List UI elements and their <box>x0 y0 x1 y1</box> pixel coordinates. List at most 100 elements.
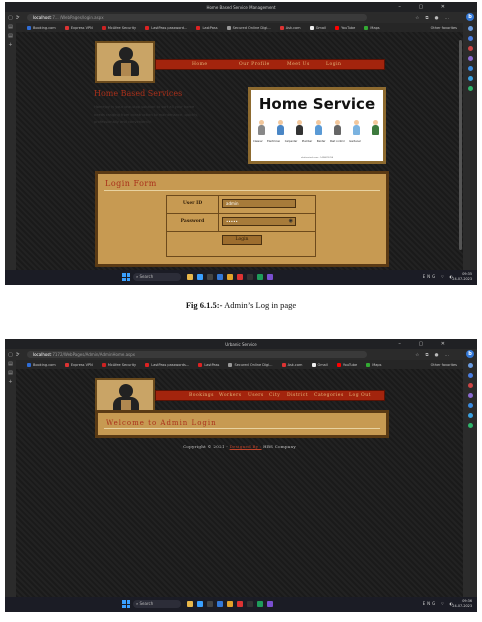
outlook-icon[interactable] <box>467 413 473 418</box>
edge-icon[interactable] <box>217 601 223 607</box>
explorer-icon[interactable] <box>187 274 193 280</box>
page-icon[interactable]: ▤ <box>5 361 16 367</box>
bookmark[interactable]: LastPass password... <box>145 26 187 30</box>
app-icon[interactable] <box>257 274 263 280</box>
tabs-icon[interactable]: ▢ <box>5 352 16 358</box>
drop-icon[interactable] <box>467 423 473 428</box>
bookmark[interactable]: Booking.com <box>27 363 56 367</box>
url-field[interactable]: localhost:7172/WebPages/Admin/AdminHome.… <box>27 351 367 358</box>
search-icon[interactable] <box>467 26 473 31</box>
bookmark[interactable]: McAfee Security <box>101 26 136 30</box>
explorer-icon[interactable] <box>187 601 193 607</box>
nav-district[interactable]: District <box>287 391 308 400</box>
app-icon[interactable] <box>237 601 243 607</box>
collections-icon[interactable]: ▤ <box>5 33 16 39</box>
edge-icon[interactable] <box>217 274 223 280</box>
task-view-icon[interactable] <box>207 601 213 607</box>
app-icon[interactable] <box>257 601 263 607</box>
games-icon[interactable] <box>467 393 473 398</box>
bing-icon[interactable]: b <box>466 13 474 21</box>
nav-login[interactable]: Login <box>326 60 341 69</box>
show-password-icon[interactable]: ◉ <box>289 218 293 225</box>
bookmark[interactable]: McAfee Security <box>101 363 136 367</box>
bookmark[interactable]: YouTube <box>335 26 355 30</box>
password-input[interactable]: ••••• ◉ <box>222 217 296 226</box>
profile-icon[interactable]: ● <box>435 16 445 21</box>
bookmark[interactable]: Gmail <box>309 26 326 30</box>
games-icon[interactable] <box>467 56 473 61</box>
bookmark[interactable]: Express VPN <box>64 363 93 367</box>
bookmark[interactable]: Ask.com <box>279 26 301 30</box>
app-icon[interactable] <box>247 274 253 280</box>
tools-icon[interactable] <box>467 46 473 51</box>
folder-icon[interactable] <box>227 274 233 280</box>
nav-city[interactable]: City <box>269 391 280 400</box>
app-icon[interactable] <box>247 601 253 607</box>
bookmark[interactable]: Gmail <box>311 363 328 367</box>
office-icon[interactable] <box>467 403 473 408</box>
system-tray[interactable]: ENG ⌔ ◐ <box>423 601 455 607</box>
bookmark[interactable]: Secured Online Digi... <box>228 363 272 367</box>
system-tray[interactable]: ENG ⌔ ◐ <box>423 274 455 280</box>
taskbar-search[interactable]: ⌕ Search <box>133 600 181 608</box>
search-icon[interactable] <box>467 363 473 368</box>
nav-meet-us[interactable]: Meet Us <box>287 60 310 69</box>
refresh-icon[interactable]: ⟳ <box>15 15 22 21</box>
task-view-icon[interactable] <box>207 274 213 280</box>
extensions-icon[interactable]: ⧉ <box>425 353 434 358</box>
start-icon[interactable] <box>122 600 130 608</box>
refresh-icon[interactable]: ⟳ <box>15 352 22 358</box>
other-favorites[interactable]: Other favorites <box>431 26 457 30</box>
bookmark[interactable]: Ask.com <box>281 363 302 367</box>
bookmark[interactable]: LastPass <box>198 363 219 367</box>
bookmark[interactable]: Secured Online Digi... <box>226 26 271 30</box>
clock[interactable]: 09:35 24-07-2023 <box>452 272 472 282</box>
tabs-icon[interactable]: ▢ <box>5 15 16 21</box>
outlook-icon[interactable] <box>467 76 473 81</box>
window-controls[interactable]: – ▢ ✕ <box>398 341 453 347</box>
start-icon[interactable] <box>122 273 130 281</box>
shopping-icon[interactable] <box>467 373 473 378</box>
nav-workers[interactable]: Workers <box>219 391 242 400</box>
designed-by-link[interactable]: Designed By : <box>230 444 262 449</box>
drop-icon[interactable] <box>467 86 473 91</box>
tools-icon[interactable] <box>467 383 473 388</box>
shopping-icon[interactable] <box>467 36 473 41</box>
visual-studio-icon[interactable] <box>267 601 273 607</box>
extensions-icon[interactable]: ⧉ <box>425 16 434 21</box>
nav-home[interactable]: Home <box>192 60 208 69</box>
star-icon[interactable]: ☆ <box>415 353 425 358</box>
nav-bookings[interactable]: Bookings <box>189 391 214 400</box>
office-icon[interactable] <box>467 66 473 71</box>
app-icon[interactable] <box>237 274 243 280</box>
bookmark[interactable]: Booking.com <box>27 26 56 30</box>
user-id-input[interactable]: admin <box>222 199 296 208</box>
bookmark[interactable]: LastPass passwords... <box>145 363 189 367</box>
browser-tools[interactable]: ☆⧉●… <box>415 352 455 358</box>
widgets-icon[interactable] <box>197 274 203 280</box>
other-favorites[interactable]: Other favorites <box>431 363 457 367</box>
nav-log-out[interactable]: Log Out <box>349 391 371 400</box>
add-icon[interactable]: + <box>5 379 16 385</box>
login-button[interactable]: Login <box>222 235 262 245</box>
more-icon[interactable]: … <box>445 16 456 21</box>
profile-icon[interactable]: ● <box>435 353 445 358</box>
folder-icon[interactable] <box>227 601 233 607</box>
bookmark[interactable]: YouTube <box>336 363 357 367</box>
clock[interactable]: 09:36 24-07-2023 <box>452 599 472 609</box>
nav-our-profile[interactable]: Our Profile <box>239 60 270 69</box>
add-icon[interactable]: + <box>5 42 16 48</box>
window-controls[interactable]: – ▢ ✕ <box>398 4 453 10</box>
taskbar-search[interactable]: ⌕ Search <box>133 273 181 281</box>
bookmark[interactable]: LastPass <box>196 26 218 30</box>
widgets-icon[interactable] <box>197 601 203 607</box>
star-icon[interactable]: ☆ <box>415 16 425 21</box>
browser-tools[interactable]: ☆⧉●… <box>415 15 455 21</box>
more-icon[interactable]: … <box>445 353 456 358</box>
page-icon[interactable]: ▤ <box>5 24 16 30</box>
bookmark[interactable]: Maps <box>366 363 381 367</box>
collections-icon[interactable]: ▤ <box>5 370 16 376</box>
nav-users[interactable]: Users <box>248 391 264 400</box>
nav-categories[interactable]: Categories <box>314 391 344 400</box>
url-field[interactable]: localhost:7... /WebPages/login.aspx <box>27 14 367 21</box>
